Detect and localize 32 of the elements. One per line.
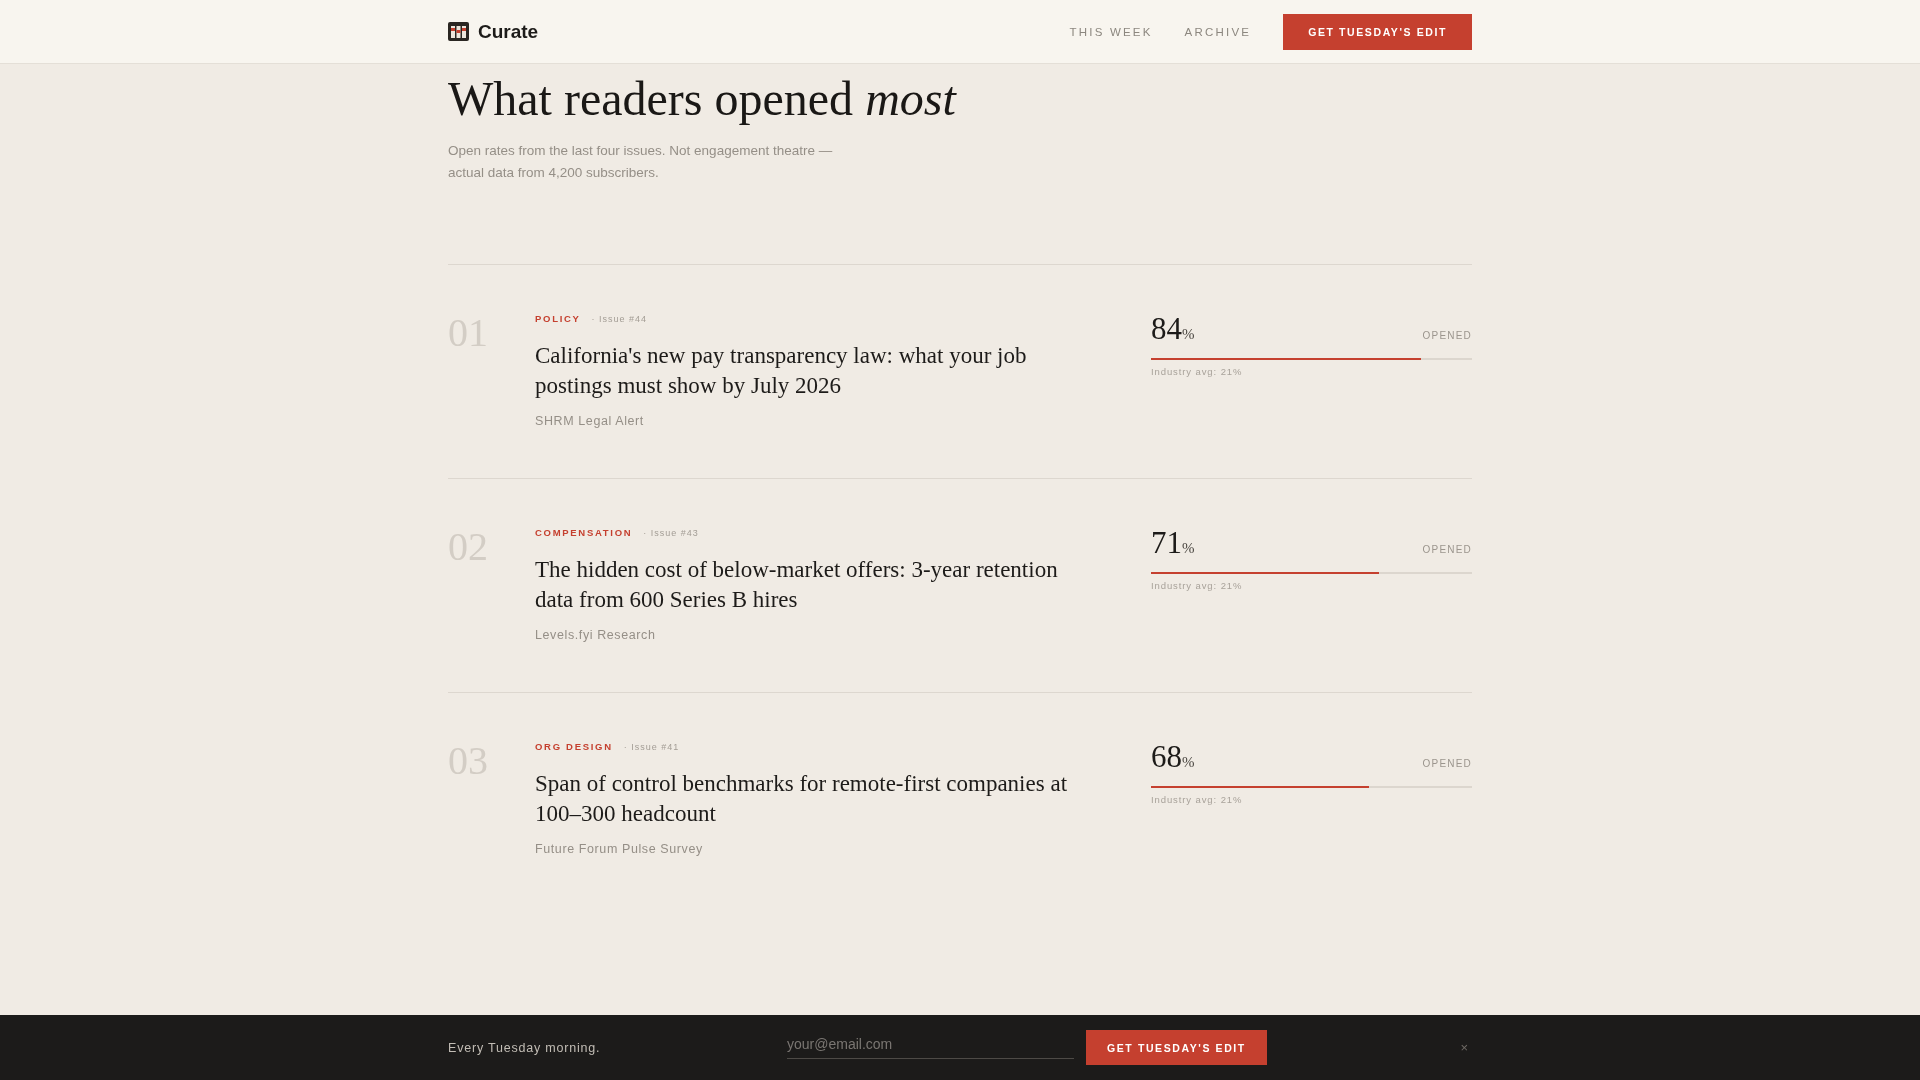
- page-subtitle: Open rates from the last four issues. Not engagement theatre — actual data from 4,200 subscribers.: [448, 142, 834, 182]
- open-rate: 68%: [1151, 741, 1195, 776]
- footer-tagline: Every Tuesday morning.: [448, 1040, 602, 1055]
- bookshelf-icon: [448, 22, 469, 41]
- category-tag: COMPENSATION: [535, 527, 633, 538]
- category-tag: POLICY: [535, 313, 581, 324]
- story-title: California's new pay transparency law: what your job postings must show by July 2026: [535, 342, 1028, 400]
- status-label: OPENED: [1422, 758, 1472, 769]
- subscribe-button[interactable]: GET TUESDAY'S EDIT: [1283, 13, 1472, 50]
- status-label: OPENED: [1422, 544, 1472, 555]
- open-rate: 71%: [1151, 527, 1195, 562]
- close-button[interactable]: ×: [1456, 1040, 1472, 1055]
- status-label: OPENED: [1422, 330, 1472, 341]
- issue-number: · Issue #41: [623, 742, 680, 752]
- category-tag: ORG DESIGN: [535, 741, 613, 752]
- issue-number: · Issue #44: [591, 314, 648, 324]
- open-rate: 84%: [1151, 313, 1195, 348]
- brand-name: Curate: [478, 20, 539, 43]
- subscribe-button[interactable]: GET TUESDAY'S EDIT: [1086, 1030, 1267, 1065]
- industry-average: Industry avg: 21%: [1151, 794, 1244, 806]
- story-title: The hidden cost of below-market offers: 3-year retention data from 600 Series B hires: [535, 556, 1059, 614]
- nav-link[interactable]: THIS WEEK: [1069, 25, 1153, 38]
- story-source: SHRM Legal Alert: [535, 413, 645, 429]
- page-title: What readers opened most: [448, 72, 958, 126]
- nav-link[interactable]: ARCHIVE: [1184, 25, 1252, 38]
- story-title: Span of control benchmarks for remote-first companies at 100–300 headcount: [535, 770, 1069, 828]
- industry-average: Industry avg: 21%: [1151, 366, 1244, 378]
- issue-number: · Issue #43: [643, 528, 699, 538]
- story-source: Levels.fyi Research: [535, 627, 657, 643]
- story-source: Future Forum Pulse Survey: [535, 841, 704, 857]
- email-field[interactable]: your@email.com: [787, 1032, 1074, 1059]
- industry-average: Industry avg: 21%: [1151, 580, 1244, 592]
